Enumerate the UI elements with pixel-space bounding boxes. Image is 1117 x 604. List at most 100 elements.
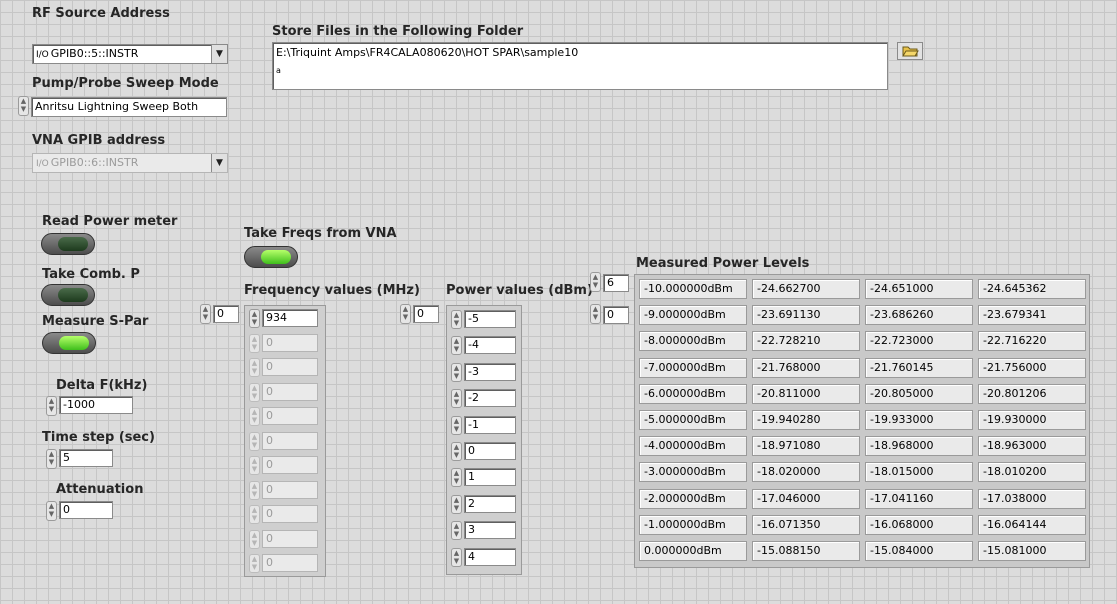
power-value-field[interactable]: 1 [464, 468, 516, 487]
frequency-value-field[interactable]: 0 [262, 505, 318, 523]
table-cell[interactable]: -5.000000dBm [639, 410, 747, 430]
sweep-mode-ring[interactable]: Anritsu Lightning Sweep Both [31, 97, 227, 117]
table-cell[interactable]: -20.801206 [978, 383, 1086, 404]
power-value-field[interactable]: 4 [464, 547, 516, 566]
frequency-value-field[interactable]: 0 [262, 407, 318, 425]
increment-decrement-icon[interactable]: ▲ ▼ [249, 480, 260, 500]
increment-decrement-icon[interactable]: ▲ ▼ [249, 309, 260, 328]
frequency-value-field[interactable]: 0 [262, 333, 318, 352]
increment-decrement-icon[interactable]: ▲ ▼ [249, 505, 260, 524]
table-cell[interactable]: -18.020000 [752, 462, 860, 483]
table-cell[interactable]: -6.000000dBm [639, 383, 747, 404]
increment-decrement-icon[interactable]: ▲ ▼ [249, 382, 260, 402]
rf-source-select[interactable]: I/O GPIB0::5::INSTR ▼ [32, 44, 228, 64]
table-cell[interactable]: -16.068000 [865, 514, 973, 535]
table-cell[interactable]: -18.968000 [865, 436, 973, 457]
vna-select[interactable]: I/O GPIB0::6::INSTR ▼ [32, 153, 228, 173]
table-cell[interactable]: -18.015000 [865, 462, 973, 483]
table-cell[interactable]: -22.716220 [978, 331, 1086, 352]
frequency-value-field[interactable]: 934 [262, 309, 318, 327]
table-cell[interactable]: -10.000000dBm [639, 279, 747, 299]
table-cell[interactable]: -3.000000dBm [639, 462, 747, 483]
table-cell[interactable]: -22.728210 [752, 331, 860, 352]
delta-f-input[interactable]: -1000 [59, 396, 133, 414]
increment-decrement-icon[interactable]: ▲ ▼ [249, 456, 260, 475]
increment-decrement-icon[interactable]: ▲ ▼ [590, 272, 601, 292]
freq-array-index[interactable]: 0 [213, 305, 239, 323]
power-value-field[interactable]: -3 [464, 362, 516, 381]
measured-row-index[interactable]: 6 [603, 274, 629, 292]
table-cell[interactable]: -15.088150 [752, 541, 860, 561]
table-cell[interactable]: -21.768000 [752, 357, 860, 378]
frequency-value-field[interactable]: 0 [262, 456, 318, 474]
table-cell[interactable]: -20.805000 [865, 383, 973, 404]
folder-path-input[interactable]: E:\Triquint Amps\FR4CALA080620\HOT SPAR\… [272, 42, 888, 90]
table-cell[interactable]: -21.756000 [978, 357, 1086, 378]
power-value-field[interactable]: -4 [464, 336, 516, 355]
frequency-value-field[interactable]: 0 [262, 358, 318, 376]
table-cell[interactable]: -23.686260 [865, 305, 973, 326]
increment-decrement-icon[interactable]: ▲ ▼ [249, 529, 260, 549]
power-value-field[interactable]: -5 [464, 310, 516, 328]
frequency-value-field[interactable]: 0 [262, 382, 318, 401]
increment-decrement-icon[interactable]: ▲ ▼ [200, 304, 211, 324]
increment-decrement-icon[interactable]: ▲ ▼ [451, 310, 462, 329]
attenuation-input[interactable]: 0 [59, 501, 113, 519]
read-power-button[interactable] [41, 233, 95, 255]
take-comb-button[interactable] [41, 284, 95, 306]
increment-decrement-icon[interactable]: ▲ ▼ [46, 501, 57, 521]
table-cell[interactable]: 0.000000dBm [639, 541, 747, 561]
power-value-field[interactable]: 2 [464, 494, 516, 513]
increment-decrement-icon[interactable]: ▲ ▼ [451, 494, 462, 514]
increment-decrement-icon[interactable]: ▲ ▼ [451, 442, 462, 461]
increment-decrement-icon[interactable]: ▲ ▼ [451, 547, 462, 567]
table-cell[interactable]: -17.038000 [978, 488, 1086, 509]
increment-decrement-icon[interactable]: ▲ ▼ [451, 468, 462, 488]
frequency-value-field[interactable]: 0 [262, 431, 318, 450]
frequency-value-field[interactable]: 0 [262, 480, 318, 499]
table-cell[interactable]: -15.081000 [978, 541, 1086, 561]
table-cell[interactable]: -19.930000 [978, 410, 1086, 430]
browse-folder-button[interactable] [897, 42, 923, 60]
table-cell[interactable]: -21.760145 [865, 357, 973, 378]
increment-decrement-icon[interactable]: ▲ ▼ [451, 389, 462, 409]
table-cell[interactable]: -1.000000dBm [639, 514, 747, 535]
increment-decrement-icon[interactable]: ▲ ▼ [590, 304, 601, 324]
increment-decrement-icon[interactable]: ▲ ▼ [249, 431, 260, 451]
table-cell[interactable]: -8.000000dBm [639, 331, 747, 352]
chevron-down-icon[interactable]: ▼ [211, 45, 227, 63]
increment-decrement-icon[interactable]: ▲ ▼ [451, 336, 462, 356]
increment-decrement-icon[interactable]: ▲ ▼ [249, 407, 260, 426]
increment-decrement-icon[interactable]: ▲ ▼ [18, 96, 29, 116]
table-cell[interactable]: -18.010200 [978, 462, 1086, 483]
table-cell[interactable]: -17.046000 [752, 488, 860, 509]
measure-spar-button[interactable] [42, 332, 96, 354]
increment-decrement-icon[interactable]: ▲ ▼ [451, 415, 462, 435]
table-cell[interactable]: -16.071350 [752, 514, 860, 535]
increment-decrement-icon[interactable]: ▲ ▼ [451, 521, 462, 541]
increment-decrement-icon[interactable]: ▲ ▼ [400, 304, 411, 324]
table-cell[interactable]: -15.084000 [865, 541, 973, 561]
increment-decrement-icon[interactable]: ▲ ▼ [249, 554, 260, 573]
table-cell[interactable]: -24.662700 [752, 279, 860, 299]
table-cell[interactable]: -7.000000dBm [639, 357, 747, 378]
table-cell[interactable]: -2.000000dBm [639, 488, 747, 509]
table-cell[interactable]: -18.971080 [752, 436, 860, 457]
measured-col-index[interactable]: 0 [603, 306, 629, 324]
power-value-field[interactable]: -1 [464, 415, 516, 434]
increment-decrement-icon[interactable]: ▲ ▼ [46, 396, 57, 416]
table-cell[interactable]: -24.651000 [865, 279, 973, 299]
increment-decrement-icon[interactable]: ▲ ▼ [249, 358, 260, 377]
table-cell[interactable]: -19.940280 [752, 410, 860, 430]
time-step-input[interactable]: 5 [59, 449, 113, 467]
power-value-field[interactable]: -2 [464, 389, 516, 408]
power-array-index[interactable]: 0 [413, 305, 439, 323]
table-cell[interactable]: -19.933000 [865, 410, 973, 430]
power-value-field[interactable]: 0 [464, 442, 516, 460]
table-cell[interactable]: -23.679341 [978, 305, 1086, 326]
table-cell[interactable]: -20.811000 [752, 383, 860, 404]
take-freqs-button[interactable] [244, 246, 298, 268]
table-cell[interactable]: -23.691130 [752, 305, 860, 326]
frequency-value-field[interactable]: 0 [262, 529, 318, 548]
table-cell[interactable]: -24.645362 [978, 279, 1086, 299]
